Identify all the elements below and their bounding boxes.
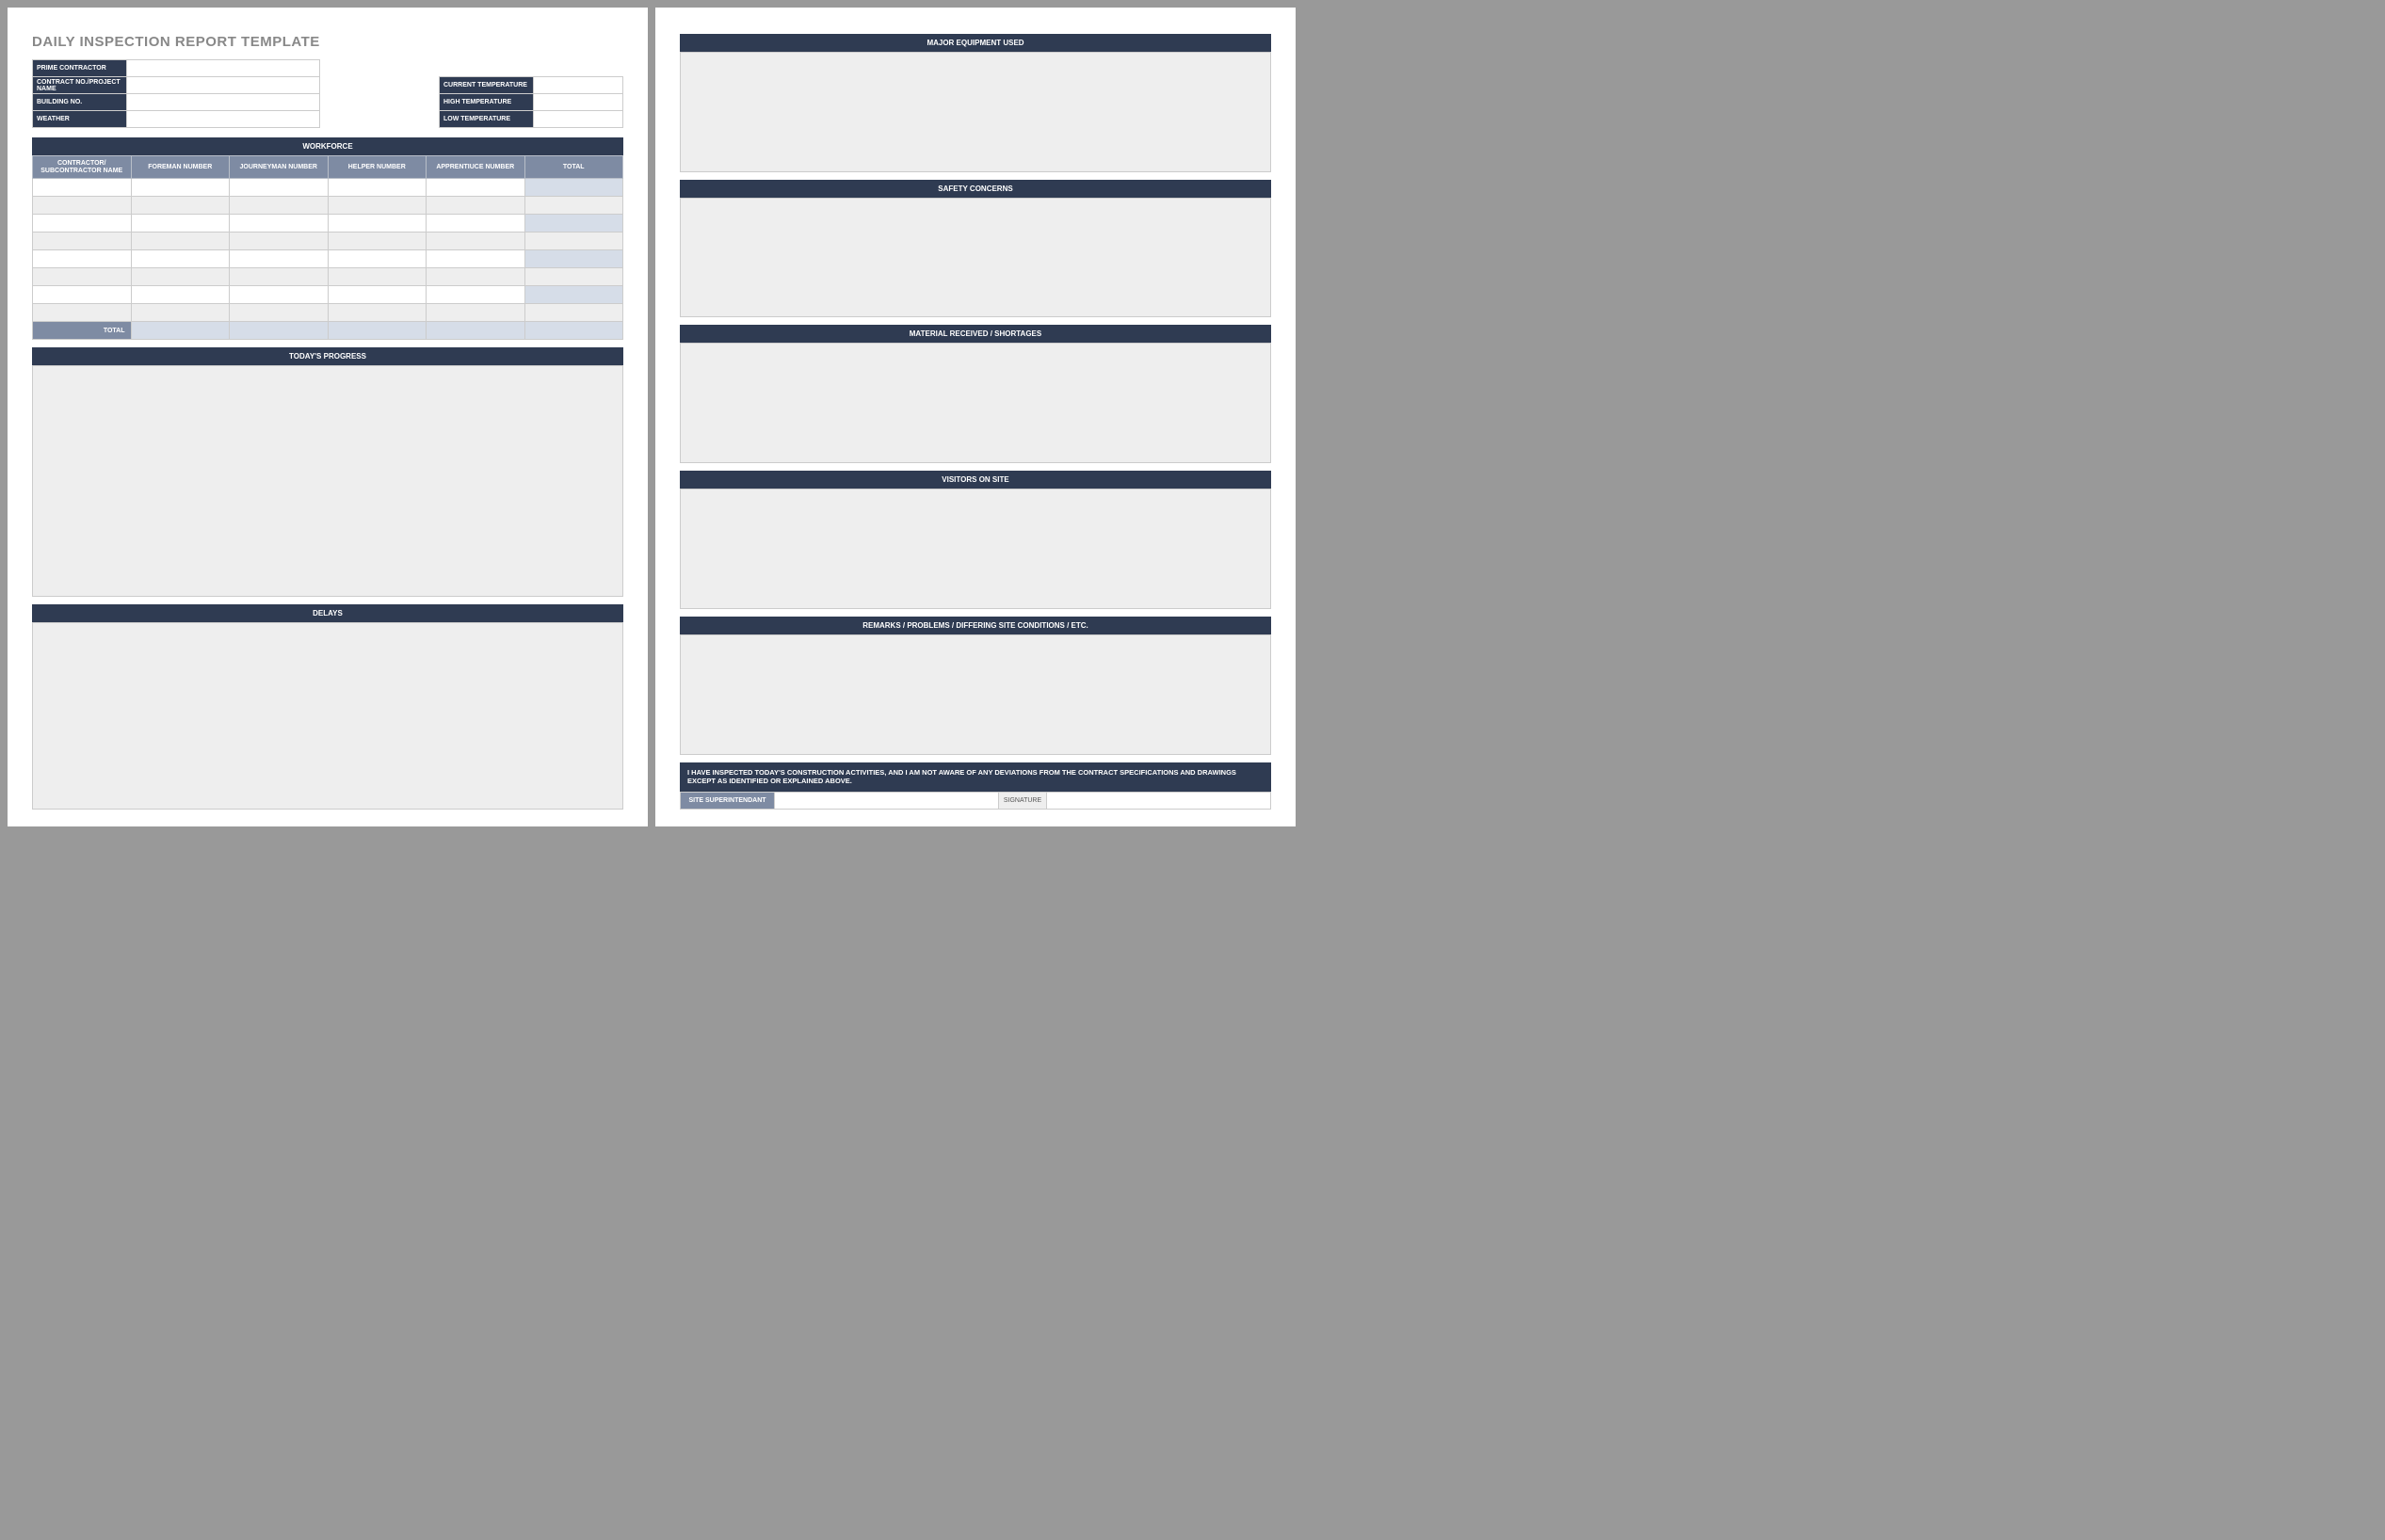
table-row[interactable] bbox=[33, 286, 623, 304]
signature-table: SITE SUPERINTENDANT SIGNATURE bbox=[680, 792, 1271, 810]
page-1: DAILY INSPECTION REPORT TEMPLATE PRIME C… bbox=[8, 8, 648, 826]
wf-col-total: TOTAL bbox=[524, 156, 623, 179]
contract-no-field[interactable] bbox=[127, 77, 320, 94]
progress-header: TODAY'S PROGRESS bbox=[32, 347, 623, 365]
wf-total-label: TOTAL bbox=[33, 322, 132, 340]
visitors-header: VISITORS ON SITE bbox=[680, 471, 1271, 489]
building-no-label: BUILDING NO. bbox=[33, 94, 127, 111]
page-2: MAJOR EQUIPMENT USED SAFETY CONCERNS MAT… bbox=[655, 8, 1296, 826]
wf-total-row: TOTAL bbox=[33, 322, 623, 340]
remarks-header: REMARKS / PROBLEMS / DIFFERING SITE COND… bbox=[680, 617, 1271, 634]
high-temp-field[interactable] bbox=[534, 94, 623, 111]
remarks-field[interactable] bbox=[680, 634, 1271, 755]
temperature-table: CURRENT TEMPERATURE HIGH TEMPERATURE LOW… bbox=[439, 76, 623, 128]
equipment-field[interactable] bbox=[680, 52, 1271, 172]
low-temp-label: LOW TEMPERATURE bbox=[440, 111, 534, 128]
weather-label: WEATHER bbox=[33, 111, 127, 128]
building-no-field[interactable] bbox=[127, 94, 320, 111]
signature-label: SIGNATURE bbox=[998, 793, 1046, 810]
inspection-statement: I HAVE INSPECTED TODAY'S CONSTRUCTION AC… bbox=[680, 762, 1271, 793]
superintendent-field[interactable] bbox=[775, 793, 999, 810]
table-row[interactable] bbox=[33, 268, 623, 286]
material-field[interactable] bbox=[680, 343, 1271, 463]
page-title: DAILY INSPECTION REPORT TEMPLATE bbox=[32, 34, 623, 50]
header-meta: PRIME CONTRACTOR CONTRACT NO./PROJECT NA… bbox=[32, 59, 623, 128]
prime-contractor-label: PRIME CONTRACTOR bbox=[33, 60, 127, 77]
weather-field[interactable] bbox=[127, 111, 320, 128]
wf-col-journeyman: JOURNEYMAN NUMBER bbox=[230, 156, 329, 179]
low-temp-field[interactable] bbox=[534, 111, 623, 128]
wf-col-foreman: FOREMAN NUMBER bbox=[131, 156, 230, 179]
project-info-table: PRIME CONTRACTOR CONTRACT NO./PROJECT NA… bbox=[32, 59, 320, 128]
wf-col-helper: HELPER NUMBER bbox=[328, 156, 427, 179]
current-temp-label: CURRENT TEMPERATURE bbox=[440, 77, 534, 94]
superintendent-label: SITE SUPERINTENDANT bbox=[681, 793, 775, 810]
table-row[interactable] bbox=[33, 250, 623, 268]
progress-field[interactable] bbox=[32, 365, 623, 597]
visitors-field[interactable] bbox=[680, 489, 1271, 609]
wf-col-contractor: CONTRACTOR/ SUBCONTRACTOR NAME bbox=[33, 156, 132, 179]
workforce-table: CONTRACTOR/ SUBCONTRACTOR NAME FOREMAN N… bbox=[32, 155, 623, 340]
table-row[interactable] bbox=[33, 233, 623, 250]
signature-field[interactable] bbox=[1047, 793, 1271, 810]
high-temp-label: HIGH TEMPERATURE bbox=[440, 94, 534, 111]
table-row[interactable] bbox=[33, 179, 623, 197]
table-row[interactable] bbox=[33, 215, 623, 233]
contract-no-label: CONTRACT NO./PROJECT NAME bbox=[33, 77, 127, 94]
current-temp-field[interactable] bbox=[534, 77, 623, 94]
delays-field[interactable] bbox=[32, 622, 623, 810]
prime-contractor-field[interactable] bbox=[127, 60, 320, 77]
safety-header: SAFETY CONCERNS bbox=[680, 180, 1271, 198]
workforce-header: WORKFORCE bbox=[32, 137, 623, 155]
wf-col-apprentice: APPRENTIUCE NUMBER bbox=[427, 156, 525, 179]
material-header: MATERIAL RECEIVED / SHORTAGES bbox=[680, 325, 1271, 343]
delays-header: DELAYS bbox=[32, 604, 623, 622]
safety-field[interactable] bbox=[680, 198, 1271, 318]
equipment-header: MAJOR EQUIPMENT USED bbox=[680, 34, 1271, 52]
table-row[interactable] bbox=[33, 304, 623, 322]
table-row[interactable] bbox=[33, 197, 623, 215]
